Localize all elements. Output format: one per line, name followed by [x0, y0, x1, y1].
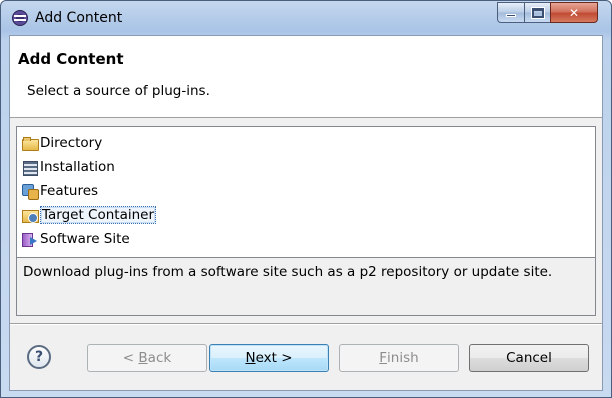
button-bar-separator	[10, 323, 602, 325]
next-button[interactable]: Next >	[209, 344, 329, 372]
source-item-features[interactable]: Features	[22, 181, 98, 201]
source-item-label: Directory	[40, 135, 103, 151]
back-button-label: ack	[147, 350, 172, 366]
add-content-dialog: Add Content ✕ Add Content Select a sourc…	[0, 0, 612, 398]
finish-button[interactable]: Finish	[339, 344, 459, 372]
page-description: Select a source of plug-ins.	[27, 83, 210, 99]
next-button-mnemonic: N	[245, 350, 256, 366]
source-list[interactable]: Directory Installation Features Target C…	[16, 126, 596, 258]
eclipse-app-icon	[12, 10, 28, 26]
features-icon	[22, 183, 39, 200]
finish-button-mnemonic: F	[379, 350, 388, 366]
close-button[interactable]: ✕	[550, 2, 598, 23]
source-item-directory[interactable]: Directory	[22, 133, 102, 153]
maximize-button[interactable]	[524, 2, 550, 23]
dialog-client-area: Add Content Select a source of plug-ins.…	[9, 35, 603, 391]
page-title: Add Content	[18, 50, 124, 68]
caption-buttons: ✕	[497, 2, 598, 23]
back-button-mnemonic: B	[138, 350, 148, 366]
installation-icon	[22, 159, 38, 176]
target-container-icon	[22, 207, 39, 223]
source-item-installation[interactable]: Installation	[22, 157, 115, 177]
cancel-button-label: Cancel	[506, 350, 552, 366]
cancel-button[interactable]: Cancel	[469, 344, 589, 372]
source-item-label: Target Container	[40, 206, 157, 224]
folder-icon	[22, 135, 39, 151]
window-title: Add Content	[35, 10, 123, 26]
back-button[interactable]: < Back	[87, 344, 207, 372]
source-item-label: Features	[40, 183, 99, 199]
source-item-target-container[interactable]: Target Container	[22, 205, 157, 225]
close-icon: ✕	[568, 5, 580, 20]
help-icon: ?	[34, 349, 44, 365]
source-item-label: Software Site	[40, 231, 130, 247]
finish-button-label: inish	[387, 350, 419, 366]
help-button[interactable]: ?	[27, 345, 51, 369]
minimize-button[interactable]	[497, 2, 524, 23]
wizard-header: Add Content Select a source of plug-ins.	[10, 36, 602, 118]
title-bar[interactable]: Add Content ✕	[1, 1, 611, 35]
back-button-prefix: <	[122, 350, 139, 366]
source-description-panel: Download plug-ins from a software site s…	[16, 258, 596, 316]
source-description-text: Download plug-ins from a software site s…	[23, 264, 553, 280]
source-item-software-site[interactable]: Software Site	[22, 229, 130, 249]
software-site-icon	[22, 231, 38, 247]
next-button-label: ext >	[255, 350, 293, 366]
minimize-icon	[506, 14, 516, 17]
maximize-icon	[530, 6, 545, 19]
source-item-label: Installation	[40, 159, 115, 175]
